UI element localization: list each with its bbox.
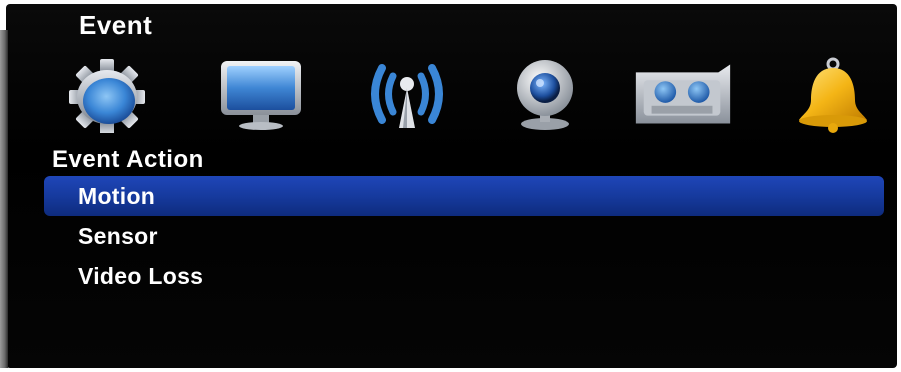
menu-item-label: Sensor	[78, 223, 158, 249]
panel-bevel	[0, 30, 8, 368]
bell-icon[interactable]	[776, 54, 886, 134]
event-action-header: Event Action	[52, 146, 204, 173]
monitor-icon[interactable]	[206, 54, 316, 134]
event-action-menu: Motion Sensor Video Loss	[44, 176, 884, 296]
menu-item-video-loss[interactable]: Video Loss	[44, 256, 884, 296]
page-title: Event	[79, 10, 153, 40]
menu-item-label: Video Loss	[78, 263, 204, 289]
menu-item-sensor[interactable]: Sensor	[44, 216, 884, 256]
network-antenna-icon[interactable]	[352, 54, 462, 134]
gear-icon[interactable]	[52, 54, 162, 134]
menu-item-label: Motion	[78, 183, 156, 209]
tape-recorder-icon[interactable]	[628, 54, 738, 134]
menu-item-motion[interactable]: Motion	[44, 176, 884, 216]
event-screen: Event Event Action Motion Sensor Video L…	[0, 0, 901, 372]
webcam-icon[interactable]	[490, 54, 600, 134]
